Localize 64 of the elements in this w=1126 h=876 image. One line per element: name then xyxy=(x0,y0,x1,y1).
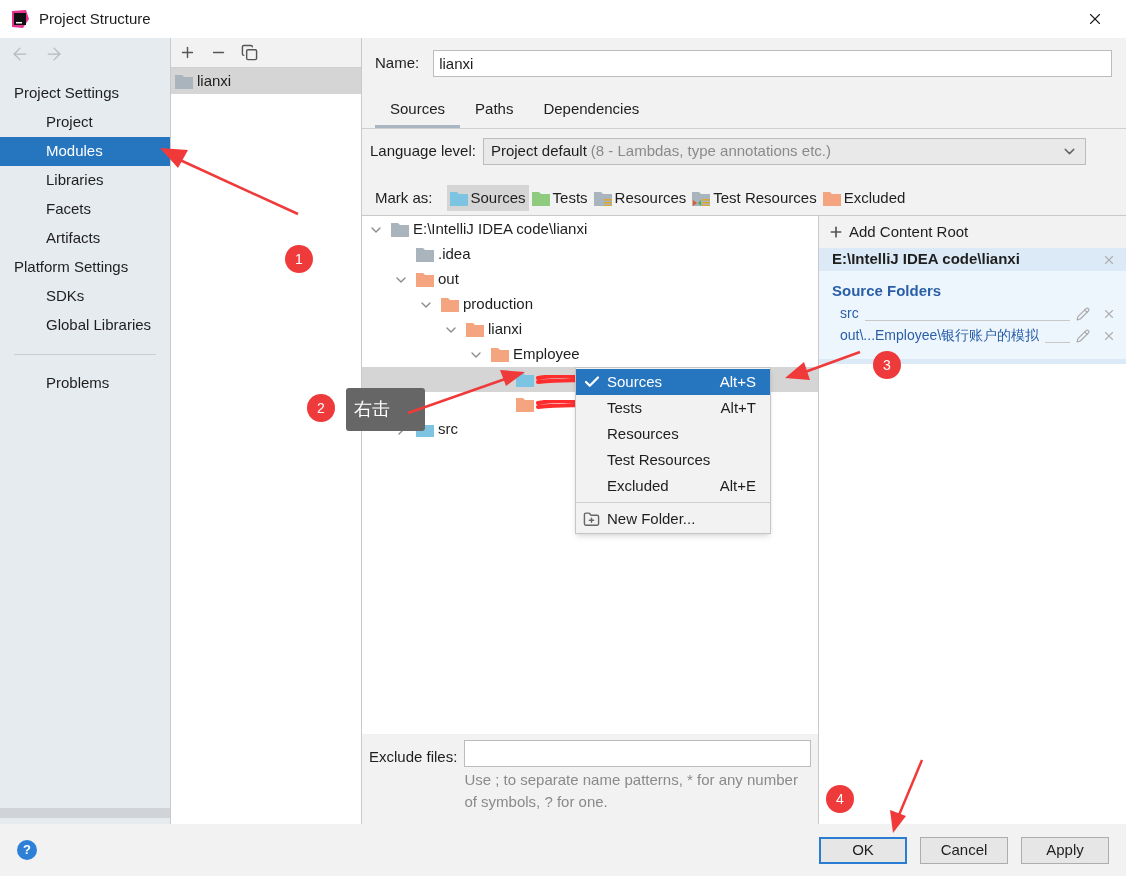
sidebar-item[interactable]: Libraries xyxy=(0,166,170,195)
tree-item[interactable]: production xyxy=(463,293,534,316)
folder-icon xyxy=(822,190,841,206)
mark-as-button[interactable]: Excluded xyxy=(819,185,909,211)
name-field[interactable]: lianxi xyxy=(433,50,1112,77)
tree-item[interactable]: lianxi xyxy=(488,318,523,341)
add-icon[interactable] xyxy=(179,44,196,61)
exclude-files-label: Exclude files: xyxy=(369,747,458,767)
menu-item[interactable]: Test Resources xyxy=(576,447,770,473)
mark-as-label: Mark as: xyxy=(375,187,433,208)
section-heading: Platform Settings xyxy=(13,257,130,278)
menu-item[interactable]: Resources xyxy=(576,421,770,447)
edit-icon[interactable] xyxy=(1076,328,1090,343)
mark-as-button[interactable]: Test Resources xyxy=(689,185,820,211)
tree-item[interactable]: out xyxy=(438,268,459,291)
scrollbar[interactable] xyxy=(0,808,170,818)
module-folder-icon xyxy=(175,73,193,89)
menu-item[interactable]: Excluded Alt+E xyxy=(576,473,770,499)
add-icon xyxy=(828,224,844,240)
edit-icon[interactable] xyxy=(1076,306,1090,321)
tab[interactable]: Paths xyxy=(460,94,529,128)
menu-item[interactable]: Sources Alt+S xyxy=(576,369,770,395)
sidebar-item[interactable]: Artifacts xyxy=(0,224,170,253)
sidebar-item[interactable]: Global Libraries xyxy=(0,311,170,340)
mark-as-button[interactable]: Tests xyxy=(528,185,591,211)
window-title: Project Structure xyxy=(39,8,151,29)
content-root-path: E:\IntelliJ IDEA code\lianxi xyxy=(832,249,1020,270)
folder-icon xyxy=(593,190,612,206)
source-folder: src xyxy=(840,304,859,323)
menu-item[interactable]: New Folder... xyxy=(576,506,770,532)
help-button[interactable]: ? xyxy=(17,840,37,860)
dialog-button[interactable]: OK xyxy=(819,836,907,864)
tree-item[interactable]: .idea xyxy=(438,243,471,266)
menu-item[interactable]: Tests Alt+T xyxy=(576,395,770,421)
mark-as-button[interactable]: Sources xyxy=(446,185,529,211)
copy-icon[interactable] xyxy=(241,44,258,61)
exclude-files-field[interactable] xyxy=(464,740,811,767)
folder-icon xyxy=(692,190,711,206)
sidebar-item[interactable]: Facets xyxy=(0,195,170,224)
tab[interactable]: Dependencies xyxy=(528,94,655,128)
tree-item[interactable]: E:\IntelliJ IDEA code\lianxi xyxy=(413,218,588,241)
source-folder: out\...Employee\银行账户的模拟 xyxy=(840,326,1040,345)
sidebar-item[interactable]: Project xyxy=(0,108,170,137)
tree-item[interactable]: Employee xyxy=(513,343,580,366)
module-item[interactable]: lianxi xyxy=(171,68,361,94)
language-level-label: Language level: xyxy=(370,141,476,162)
sidebar-item[interactable]: SDKs xyxy=(0,282,170,311)
folder-icon xyxy=(449,190,468,206)
dialog-button[interactable]: Apply xyxy=(1021,836,1109,864)
new-folder-icon xyxy=(583,510,600,528)
app-logo-icon xyxy=(10,9,30,29)
dialog-button[interactable]: Cancel xyxy=(920,836,1008,864)
hint-text: Use ; to separate name patterns, * for any number of symbols, ? for one. xyxy=(464,770,799,812)
sidebar-item[interactable]: Modules xyxy=(0,137,170,166)
callout-label: 右击 xyxy=(346,388,425,431)
tree-item[interactable]: src xyxy=(438,418,458,441)
sidebar-item[interactable]: Problems xyxy=(0,369,170,398)
tab[interactable]: Sources xyxy=(375,94,461,128)
folder-icon xyxy=(531,190,550,206)
source-folders-heading: Source Folders xyxy=(832,281,943,301)
language-level-dropdown[interactable]: Project default (8 - Lambdas, type annotations etc.) xyxy=(482,138,1086,165)
name-label: Name: xyxy=(375,53,420,74)
mark-as-button[interactable]: Resources xyxy=(590,185,690,211)
section-heading: Project Settings xyxy=(13,83,121,104)
